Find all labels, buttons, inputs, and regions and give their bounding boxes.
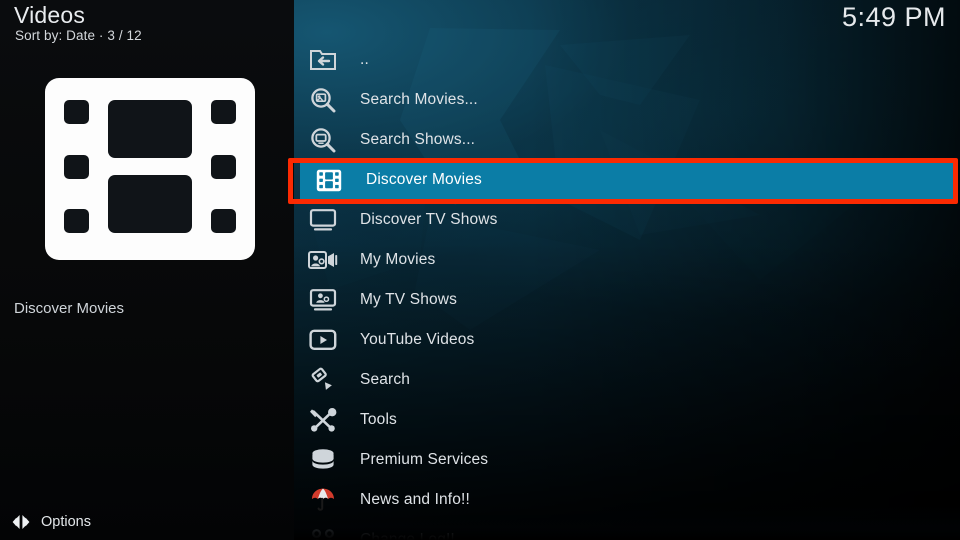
list-item-label: YouTube Videos — [360, 331, 475, 348]
list-item-change-log[interactable]: Change Log!! — [294, 520, 960, 540]
list-item-back[interactable]: .. — [294, 40, 960, 80]
list-item-label: Search Shows... — [360, 131, 476, 148]
list-item-label: Change Log!! — [360, 531, 455, 540]
person-camera-icon — [306, 246, 340, 274]
page-title: Videos — [14, 2, 86, 28]
list-item-label: News and Info!! — [360, 491, 470, 508]
list-item-label: Discover TV Shows — [360, 211, 498, 228]
search-movies-icon — [306, 86, 340, 114]
list-item-label: Tools — [360, 411, 397, 428]
monitor-icon — [306, 206, 340, 234]
film-strip-icon — [312, 166, 346, 194]
options-label: Options — [41, 514, 91, 530]
film-strip-icon — [45, 78, 255, 260]
people-icon — [306, 526, 340, 540]
options-button[interactable]: Options — [12, 513, 91, 531]
kodi-videos-screen: Videos Sort by: Date · 3 / 12 5:49 PM Di… — [0, 0, 960, 540]
list-item-discover-tv-shows[interactable]: Discover TV Shows — [294, 200, 960, 240]
thumbnail-preview — [45, 78, 255, 260]
person-monitor-icon — [306, 286, 340, 314]
list-item-label: Search — [360, 371, 411, 388]
list-item-search-shows[interactable]: Search Shows... — [294, 120, 960, 160]
list-item-my-tv-shows[interactable]: My TV Shows — [294, 280, 960, 320]
tools-icon — [306, 406, 340, 434]
magnifier-icon — [306, 366, 340, 394]
folder-back-icon — [306, 46, 340, 74]
list-item-search-movies[interactable]: Search Movies... — [294, 80, 960, 120]
list-item-my-movies[interactable]: My Movies — [294, 240, 960, 280]
list-item-label: Discover Movies — [366, 171, 482, 188]
list-item-label: My Movies — [360, 251, 436, 268]
list-item-discover-movies[interactable]: Discover Movies — [300, 161, 954, 199]
search-shows-icon — [306, 126, 340, 154]
left-right-arrows-icon — [12, 515, 30, 529]
menu-list: .. Search Movies... Search Shows... Disc… — [294, 0, 960, 540]
page-subtitle: Sort by: Date · 3 / 12 — [15, 28, 142, 43]
list-item-label: My TV Shows — [360, 291, 457, 308]
umbrella-icon — [306, 486, 340, 514]
thumbnail-label: Discover Movies — [14, 300, 125, 317]
list-item-news-and-info[interactable]: News and Info!! — [294, 480, 960, 520]
list-item-search[interactable]: Search — [294, 360, 960, 400]
list-item-premium-services[interactable]: Premium Services — [294, 440, 960, 480]
list-item-label: Search Movies... — [360, 91, 478, 108]
list-item-label: .. — [360, 51, 369, 68]
list-item-tools[interactable]: Tools — [294, 400, 960, 440]
list-item-label: Premium Services — [360, 451, 489, 468]
list-item-youtube-videos[interactable]: YouTube Videos — [294, 320, 960, 360]
youtube-play-icon — [306, 326, 340, 354]
coins-icon — [306, 446, 340, 474]
